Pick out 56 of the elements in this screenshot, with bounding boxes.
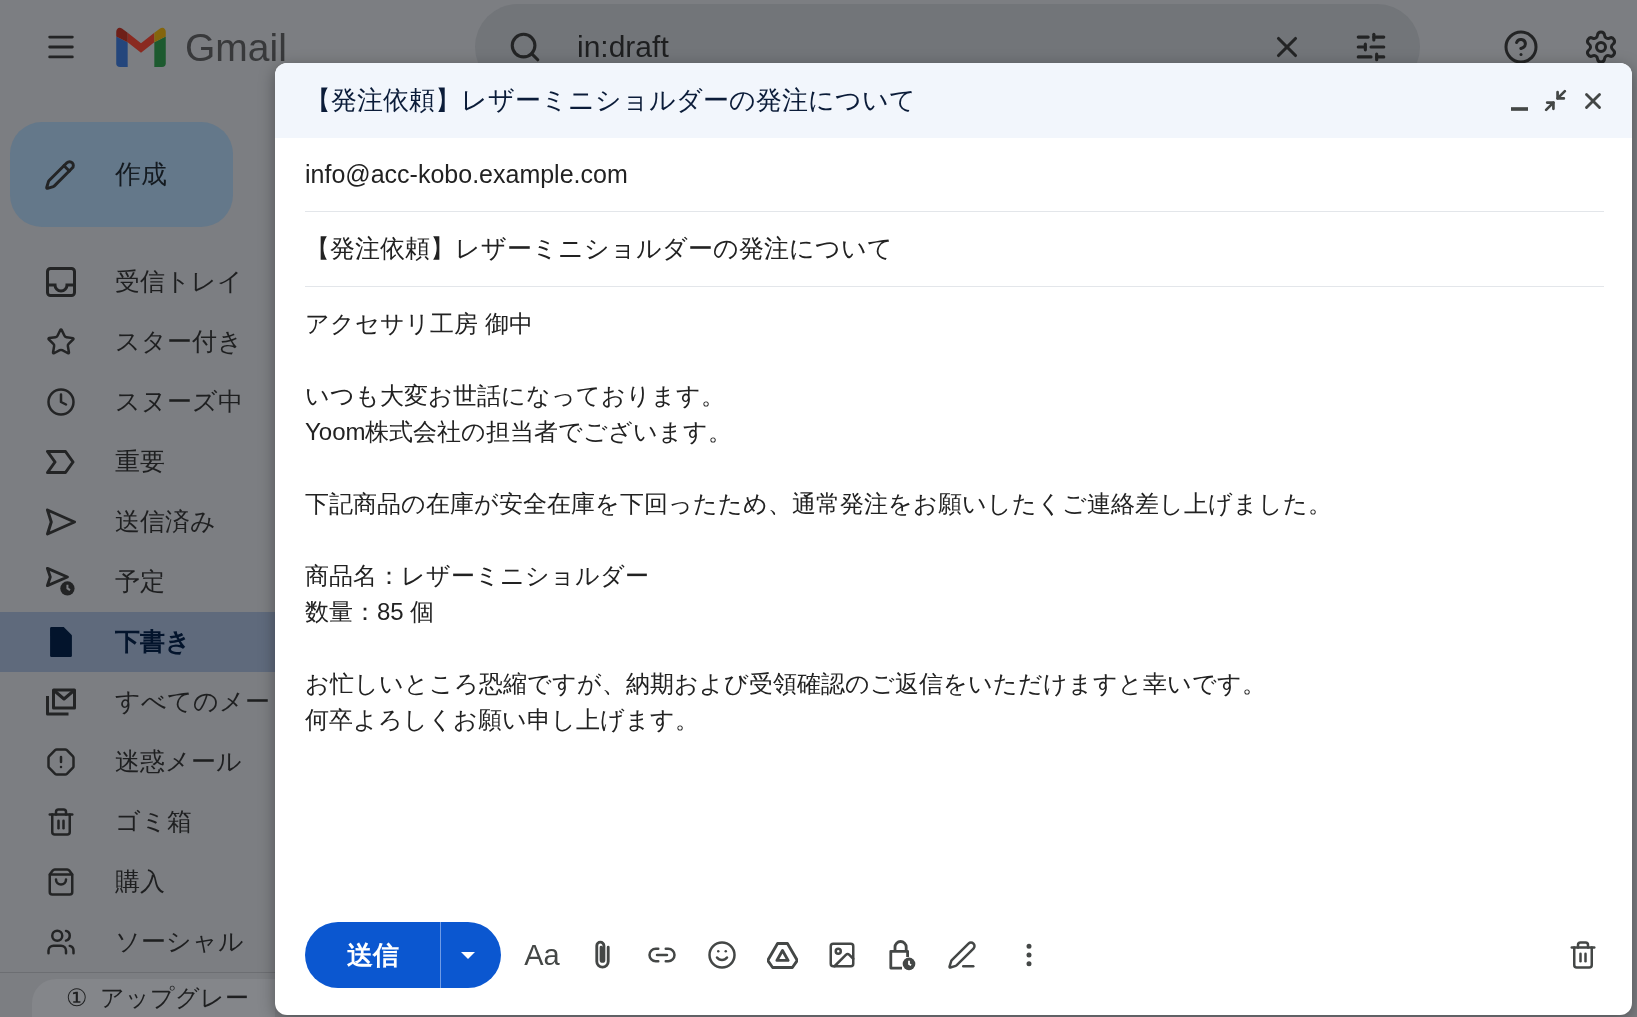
sidebar-item[interactable]: 重要 (0, 432, 275, 492)
sidebar-item[interactable]: 受信トレイ (0, 252, 275, 312)
smiley-icon[interactable] (707, 940, 737, 970)
inbox-icon (46, 267, 76, 297)
search-icon[interactable] (508, 30, 542, 64)
message-text: お忙しいところ恐縮ですが、納期および受領確認のご返信をいただけますと幸いです。 (305, 669, 1266, 699)
sidebar-item[interactable]: すべてのメー (0, 672, 275, 732)
alert-octagon-icon (46, 747, 76, 777)
clock-icon (46, 387, 76, 417)
upgrade-button[interactable]: ① アップグレー (32, 979, 275, 1017)
pencil-icon (44, 158, 76, 191)
text-format-button[interactable]: Aa (524, 940, 560, 970)
trash-icon (46, 807, 76, 837)
sidebar-item[interactable]: ゴミ箱 (0, 792, 275, 852)
sidebar-item[interactable]: 下書き (0, 612, 275, 672)
send-options-button[interactable] (441, 922, 501, 988)
mail-stack-icon (46, 687, 76, 717)
triangle-icon[interactable] (766, 941, 798, 969)
message-text: 商品名：レザーミニショルダー (305, 561, 649, 591)
paperclip-icon[interactable] (594, 940, 610, 970)
people-icon (46, 927, 76, 957)
tag-arrow-icon (46, 447, 76, 477)
shopping-bag-icon (46, 867, 76, 897)
send-icon (46, 507, 76, 537)
message-text: アクセサリ工房 御中 (305, 309, 533, 339)
scheduled-send-icon (46, 567, 76, 597)
sidebar-item[interactable]: 購入 (0, 852, 275, 912)
message-text: いつも大変お世話になっております。 (305, 381, 725, 411)
message-text: 何卒よろしくお願い申し上げます。 (305, 705, 699, 735)
filter-sliders-icon[interactable] (1354, 30, 1388, 64)
send-button[interactable]: 送信 (305, 922, 440, 988)
minimize-icon[interactable] (1511, 106, 1528, 111)
m-logo-icon[interactable] (115, 27, 167, 67)
help-icon[interactable] (1503, 29, 1539, 65)
image-icon[interactable] (827, 940, 857, 970)
trash-icon[interactable] (1568, 940, 1598, 970)
settings-icon[interactable] (1583, 29, 1619, 65)
sidebar-item[interactable]: 予定 (0, 552, 275, 612)
sidebar-item[interactable]: 送信済み (0, 492, 275, 552)
caret-down-icon (461, 951, 475, 959)
message-text: 下記商品の在庫が安全在庫を下回ったため、通常発注をお願いしたくご連絡差し上げました。 (305, 489, 1332, 519)
lock-clock-icon[interactable] (888, 939, 916, 971)
message-text: Yoom株式会社の担当者でございます。 (305, 417, 733, 447)
exit-full-screen-icon[interactable] (1543, 88, 1568, 113)
compose-button[interactable]: 作成 (10, 122, 233, 227)
sidebar-item[interactable]: スター付き (0, 312, 275, 372)
subject-field[interactable]: 【発注依頼】レザーミニショルダーの発注について (305, 212, 1604, 287)
sidebar-item[interactable]: ソーシャル (0, 912, 275, 972)
app-name: Gmail (185, 27, 287, 67)
sidebar-item[interactable]: スヌーズ中 (0, 372, 275, 432)
circled-number-icon: ① (66, 986, 88, 1010)
recipient-field[interactable]: info@acc-kobo.example.com (305, 138, 1604, 212)
sidebar-item[interactable]: 迷惑メール (0, 732, 275, 792)
star-icon (46, 327, 76, 357)
message-text: 数量：85 個 (305, 597, 435, 627)
pen-icon[interactable] (947, 940, 977, 970)
